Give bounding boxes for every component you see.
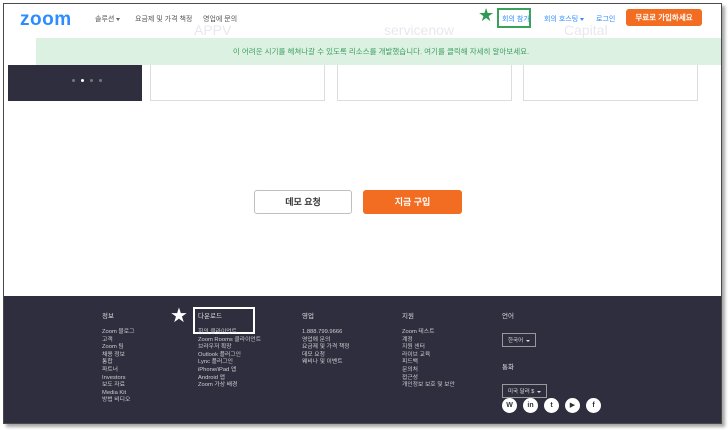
- chevron-down-icon: [580, 17, 585, 21]
- language-select-value: 한국어: [508, 338, 524, 344]
- faded-background-text: APPV: [194, 22, 232, 38]
- footer-col-sales: 영업 1.888.799.9666 영업에 문의 요금제 및 가격 책정 데모 …: [302, 310, 350, 367]
- facebook-icon[interactable]: f: [586, 398, 601, 413]
- footer-col-download: 다운로드 회의 클라이언트 Zoom Rooms 클라이언트 브라우저 확장 O…: [198, 310, 261, 390]
- footer-link[interactable]: 개인정보 보호 및 보안: [402, 382, 455, 390]
- footer-link[interactable]: Zoom 가상 배경: [198, 382, 261, 390]
- footer-link[interactable]: 지원 센터: [402, 344, 455, 352]
- buy-now-button[interactable]: 지금 구입: [363, 190, 462, 214]
- testimonial-carousel: [8, 65, 142, 101]
- faded-background-text: servicenow: [384, 22, 455, 38]
- carousel-dot-active[interactable]: [81, 79, 84, 82]
- footer-link[interactable]: iPhone/iPad 앱: [198, 367, 261, 375]
- footer-col-support: 지원 Zoom 테스트 계정 지원 센터 라이브 교육 피드백 문의처 접근성 …: [402, 310, 455, 390]
- customer-card: [337, 65, 512, 101]
- footer-link[interactable]: 브라우저 확장: [198, 344, 261, 352]
- footer-link[interactable]: 요금제 및 가격 책정: [302, 344, 350, 352]
- footer-col-language: 언어 한국어 통화 미국 달러 $: [502, 310, 548, 406]
- footer-col-about: 정보 Zoom 블로그 고객 Zoom 팀 채용 정보 통합 파트너 Inves…: [102, 310, 134, 405]
- faded-background-text: Capital: [564, 22, 608, 38]
- carousel-dot[interactable]: [99, 79, 102, 82]
- footer-link[interactable]: 문의처: [402, 367, 455, 375]
- join-meeting-link[interactable]: 회의 참가: [502, 14, 530, 24]
- request-demo-button[interactable]: 데모 요청: [254, 190, 352, 214]
- social-links: Win t ▶ f: [502, 394, 607, 413]
- carousel-dot[interactable]: [72, 79, 75, 82]
- footer-link[interactable]: 통합: [102, 359, 134, 367]
- customer-card: [150, 65, 325, 101]
- footer-link[interactable]: 보도 자료: [102, 382, 134, 390]
- footer: 정보 Zoom 블로그 고객 Zoom 팀 채용 정보 통합 파트너 Inves…: [4, 296, 721, 423]
- footer-link[interactable]: 방법 비디오: [102, 397, 134, 405]
- nav-pricing[interactable]: 요금제 및 가격 책정: [135, 14, 192, 24]
- footer-link[interactable]: 웨비나 및 이벤트: [302, 359, 350, 367]
- star-annotation-icon: ★: [170, 305, 188, 327]
- sign-up-button[interactable]: 무료로 가입하세요: [626, 9, 702, 26]
- footer-heading: 다운로드: [198, 313, 222, 320]
- chevron-down-icon: [537, 390, 542, 393]
- footer-heading: 정보: [102, 313, 114, 320]
- nav-solutions[interactable]: 솔루션: [95, 14, 121, 24]
- top-nav: zoom 솔루션 요금제 및 가격 책정 영업에 문의 ★ 회의 참가 회의 호…: [4, 4, 721, 34]
- browser-frame: zoom 솔루션 요금제 및 가격 책정 영업에 문의 ★ 회의 참가 회의 호…: [3, 3, 722, 424]
- announcement-banner[interactable]: 이 어려운 시기를 헤쳐나갈 수 있도록 리소스를 개발했습니다. 여기를 클릭…: [36, 38, 721, 65]
- linkedin-icon[interactable]: in: [523, 398, 538, 413]
- footer-link-phone[interactable]: 1.888.799.9666: [302, 329, 350, 337]
- footer-link[interactable]: 파트너: [102, 367, 134, 375]
- footer-link[interactable]: Zoom 테스트: [402, 329, 455, 337]
- footer-heading: 영업: [302, 313, 314, 320]
- chevron-down-icon: [526, 339, 531, 342]
- footer-link[interactable]: 피드백: [402, 359, 455, 367]
- nav-solutions-label: 솔루션: [95, 16, 115, 23]
- youtube-icon[interactable]: ▶: [565, 398, 580, 413]
- footer-link-meeting-client[interactable]: 회의 클라이언트: [198, 329, 261, 337]
- wordpress-icon[interactable]: W: [502, 398, 517, 413]
- customer-card: [523, 65, 698, 101]
- footer-link[interactable]: Zoom 블로그: [102, 329, 134, 337]
- footer-heading: 언어: [502, 313, 514, 320]
- footer-link[interactable]: Lync 플러그인: [198, 359, 261, 367]
- footer-heading: 통화: [502, 364, 514, 371]
- footer-link[interactable]: Zoom 팀: [102, 344, 134, 352]
- chevron-down-icon: [116, 17, 121, 21]
- twitter-icon[interactable]: t: [544, 398, 559, 413]
- language-select[interactable]: 한국어: [502, 333, 537, 347]
- carousel-dot[interactable]: [90, 79, 93, 82]
- carousel-dots: [72, 69, 108, 87]
- zoom-logo[interactable]: zoom: [20, 9, 72, 31]
- footer-heading: 지원: [402, 313, 414, 320]
- star-annotation-icon: ★: [478, 5, 495, 25]
